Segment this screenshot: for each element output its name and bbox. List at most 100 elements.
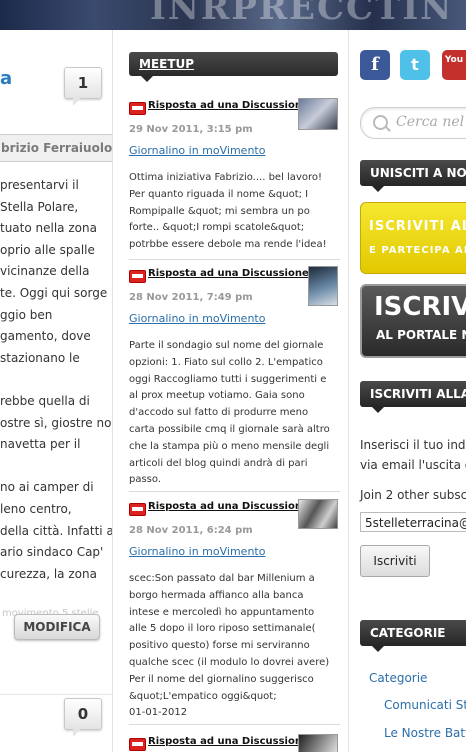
feed-body-line: borgo hermada affianco alla banca — [129, 589, 304, 601]
avatar[interactable] — [298, 499, 338, 529]
post-column: a 1 brizio Ferraiuolo presentarvi il Stel… — [0, 30, 112, 752]
sidebar: f t You Cerca nel s UNISCITI A NOI! ISCR… — [355, 30, 466, 752]
feed-item-title[interactable]: Risposta ad una Discussione — [148, 268, 309, 279]
post-separator — [0, 694, 112, 695]
newsletter-description: Inserisci il tuo indir — [360, 438, 466, 452]
newsletter-header: ISCRIVITI ALLA NO — [360, 381, 466, 413]
feed-item-link[interactable]: Giornalino in moVimento — [129, 144, 265, 157]
feed-item: Risposta ad una Discussione 29 Nov 2011,… — [129, 98, 340, 260]
feed-body-line: potrbbe essere debole ma rende l'idea! — [129, 239, 327, 251]
comment-count-badge[interactable]: 1 — [64, 67, 102, 106]
feed-item-body: Parte il sondagio sul nome del giornale o… — [129, 338, 340, 489]
feed-item-body: Ottima iniziativa Fabrizio.... bel lavor… — [129, 170, 340, 254]
post-body-line: Stella Polare, — [0, 199, 79, 214]
post-body-line: te. Oggi qui sorge — [0, 285, 108, 300]
feed-item-date: 29 Nov 2011, 3:15 pm — [129, 124, 253, 135]
subscribers-count: Join 2 other subsc — [360, 488, 466, 502]
meetup-header[interactable]: MEETUP — [129, 52, 338, 82]
subscribe-banner-yellow[interactable]: ISCRIVITI AL N E PARTECIPA ALLE — [360, 202, 466, 274]
feed-body-line: positivo questo) forse mi serviranno — [129, 640, 310, 652]
category-link[interactable]: Comunicati Sta — [384, 698, 466, 712]
feed-body-line: al prox meetup votiamo. Gaia sono — [129, 390, 305, 402]
feed-separator — [129, 724, 340, 725]
feed-body-line: Parte il sondagio sul nome del giornale — [129, 340, 324, 351]
feed-body-line: opzioni: 1. Fiato sul collo 2. L'empatic… — [129, 356, 323, 368]
post-body-line: no ai camper di — [0, 480, 94, 495]
search-icon — [373, 115, 388, 130]
column-divider-right — [348, 30, 349, 752]
feed-body-line: passo. — [129, 474, 162, 486]
post-body-line: presentarvi il — [0, 178, 79, 192]
comment-count-badge-next[interactable]: 0 — [64, 698, 102, 737]
post-body-line: vicinanze della — [0, 264, 90, 279]
feed-body-line: Per quanto riguada il nome &quot; I — [129, 188, 309, 200]
feed-separator — [129, 491, 340, 492]
feed-body-line: 01-01-2012 — [129, 707, 188, 719]
meetup-logo-icon — [129, 503, 146, 516]
post-body-line: tuato nella zona — [0, 221, 97, 236]
feed-separator — [129, 259, 340, 260]
portal-banner-subtitle: AL PORTALE N — [376, 328, 466, 342]
newsletter-description-cont: via email l'uscita d — [360, 458, 466, 472]
post-body-line: ario sindaco Cap' — [0, 545, 104, 560]
feed-body-line: Ottima iniziativa Fabrizio.... bel lavor… — [129, 172, 322, 183]
feed-body-line: scec:Son passato dal bar Millenium a — [129, 573, 315, 584]
feed-item-body: scec:Son passato dal bar Millenium a borg… — [129, 571, 340, 722]
feed-body-line: &quot;L'empatico oggi&quot; — [129, 690, 277, 702]
categories-header: CATEGORIE — [360, 620, 466, 652]
banner-text: INRPRECCTIN — [150, 0, 454, 28]
feed-body-line: forte.. &quot;I rompi scatole&quot; — [129, 222, 305, 234]
post-body-line: ostre sì, giostre no, — [0, 415, 112, 430]
email-field[interactable]: 5stelleterracina@g — [360, 512, 466, 532]
meetup-logo-icon — [129, 270, 146, 283]
feed-item-link[interactable]: Giornalino in moVimento — [129, 312, 265, 325]
subscribe-button[interactable]: Iscriviti — [360, 545, 430, 577]
facebook-icon[interactable]: f — [360, 50, 390, 80]
post-body-line — [0, 369, 112, 391]
post-body-line: curezza, la zona — [0, 566, 97, 581]
feed-body-line: carta possibile cmq il giornale sarà alt… — [129, 423, 330, 435]
avatar[interactable] — [298, 734, 338, 752]
post-body-line: leno centro, — [0, 501, 72, 516]
post-author[interactable]: brizio Ferraiuolo — [0, 134, 112, 162]
column-divider-left — [112, 30, 113, 752]
portal-banner-title: ISCRIVI — [374, 292, 466, 322]
feed-body-line: Per il nome del giornalino suggerisco — [129, 673, 314, 685]
subscribe-banner-yellow-subtitle: E PARTECIPA ALLE — [369, 245, 466, 256]
post-body-line: rebbe quella di — [0, 393, 90, 408]
post-body-line: stazionano le — [0, 350, 80, 365]
feed-item-title[interactable]: Risposta ad una Discussione — [148, 736, 309, 747]
category-link[interactable]: Le Nostre Batt — [384, 726, 466, 740]
subscribe-banner-yellow-title: ISCRIVITI AL N — [369, 219, 466, 234]
post-body-line — [0, 456, 112, 478]
avatar[interactable] — [308, 266, 338, 306]
meetup-logo-icon — [129, 102, 146, 115]
feed-item-link[interactable]: Giornalino in moVimento — [129, 545, 265, 558]
post-title[interactable]: a — [0, 68, 12, 89]
post-body-line: ggio ben — [0, 307, 53, 322]
meetup-widget: MEETUP Risposta ad una Discussione 29 No… — [127, 30, 340, 752]
feed-body-line: d'accodo sul fatto di produrre meno — [129, 407, 309, 419]
categories-title[interactable]: Categorie — [369, 671, 427, 685]
feed-body-line: qualche scec (il modulo lo dovrei avere) — [129, 656, 330, 668]
avatar[interactable] — [298, 98, 338, 130]
feed-body-line: Rompipalle &quot; mi sembra un po — [129, 205, 310, 217]
edit-button[interactable]: MODIFICA — [14, 614, 100, 640]
feed-body-line: alle 5 dopo il loro riposo settimanale( — [129, 623, 316, 635]
join-us-header: UNISCITI A NOI! — [360, 160, 466, 192]
header-banner: INRPRECCTIN — [0, 0, 466, 30]
feed-item: Risposta ad una Discussione — [129, 734, 340, 752]
search-input[interactable]: Cerca nel s — [360, 107, 466, 139]
post-body-line: della città. Infatti a — [0, 523, 112, 538]
post-body-line: gamento, dove — [0, 329, 91, 344]
meetup-header-label[interactable]: MEETUP — [139, 57, 194, 71]
feed-item-title[interactable]: Risposta ad una Discussione — [148, 100, 309, 111]
twitter-icon[interactable]: t — [400, 50, 430, 80]
feed-body-line: articoli del blog quindi andrà di pari — [129, 457, 308, 469]
youtube-icon[interactable]: You — [442, 50, 466, 80]
feed-body-line: che la stampa più o meno mensile degli — [129, 440, 330, 452]
portal-banner[interactable]: ISCRIVI AL PORTALE N — [360, 284, 466, 358]
feed-item-title[interactable]: Risposta ad una Discussione — [148, 501, 309, 512]
feed-item-date: 28 Nov 2011, 7:49 pm — [129, 292, 253, 303]
meetup-logo-icon — [129, 738, 146, 751]
